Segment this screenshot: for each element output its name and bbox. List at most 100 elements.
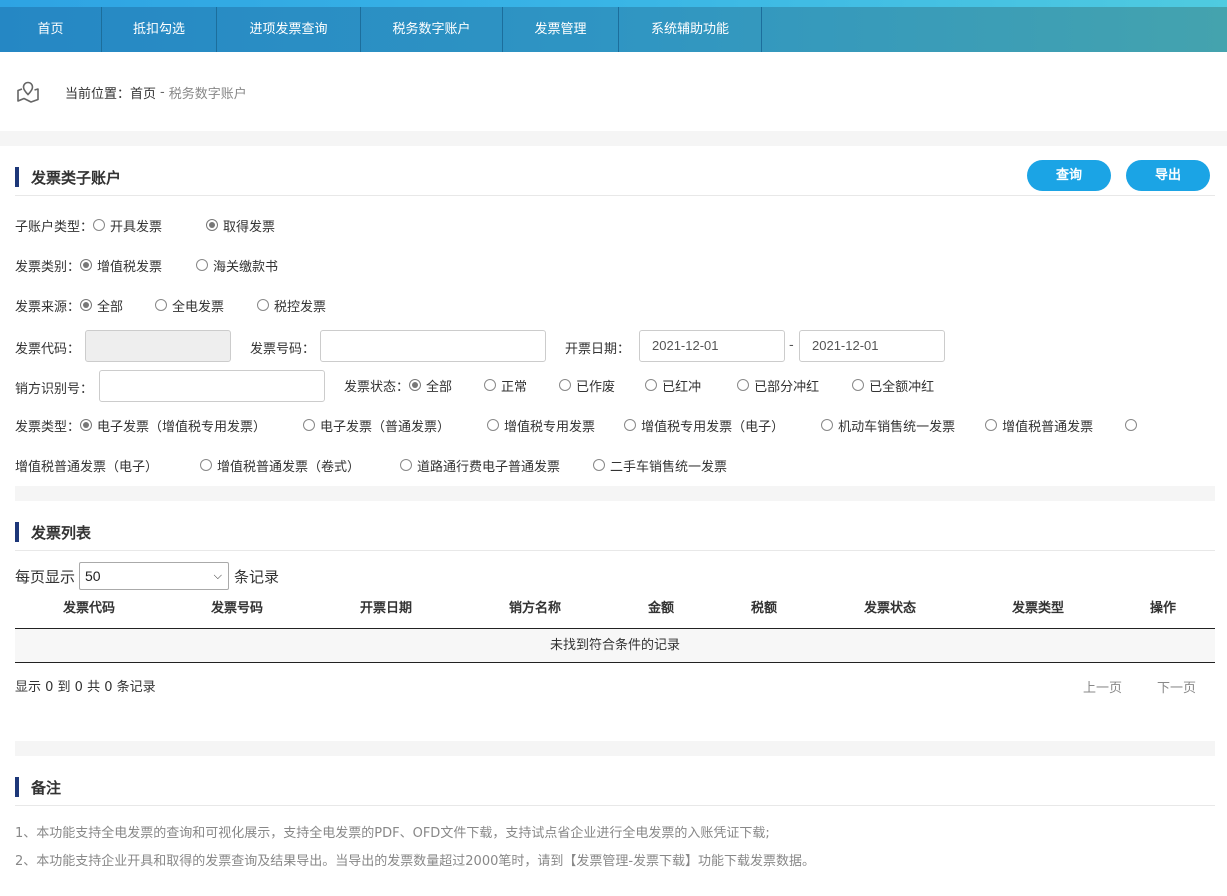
issue-date-label: 开票日期： xyxy=(565,342,631,357)
section-divider-band xyxy=(15,741,1215,756)
subaccount-type-row: 子账户类型： 开具发票 取得发票 xyxy=(15,214,275,236)
nav-item-tax-digital-account[interactable]: 税务数字账户 xyxy=(361,7,503,52)
radio-label: 增值税普通发票（卷式） xyxy=(217,459,361,475)
page-size-value: 50 xyxy=(85,568,101,584)
breadcrumb-home-link[interactable]: 首页 xyxy=(130,83,156,102)
radio-source-tax-control[interactable]: 税控发票 xyxy=(257,296,326,315)
next-page-button[interactable]: 下一页 xyxy=(1157,677,1196,696)
radio-label: 税控发票 xyxy=(274,299,327,315)
radio-status-partial-reversed[interactable]: 已部分冲红 xyxy=(737,376,819,395)
invoice-status-row: 发票状态： 全部 正常 已作废 已红冲 已部分冲红 已全额冲红 xyxy=(344,374,934,396)
radio-label: 增值税发票 xyxy=(97,259,163,275)
radio-label: 电子发票（普通发票） xyxy=(320,419,451,435)
invoice-number-input[interactable] xyxy=(320,330,546,362)
section-underline xyxy=(15,805,1215,806)
column-header-invoice-code[interactable]: 发票代码 xyxy=(15,596,163,628)
column-header-amount[interactable]: 金额 xyxy=(609,596,713,628)
radio-type-vat-general-roll[interactable]: 增值税普通发票（卷式） xyxy=(200,456,360,475)
page-size-select[interactable]: 50 ⌵ xyxy=(79,562,230,590)
radio-type-motor-vehicle[interactable]: 机动车销售统一发票 xyxy=(821,416,955,435)
nav-item-system-tools[interactable]: 系统辅助功能 xyxy=(619,7,762,52)
column-header-invoice-type[interactable]: 发票类型 xyxy=(965,596,1111,628)
radio-label: 机动车销售统一发票 xyxy=(838,419,956,435)
radio-received-invoices[interactable]: 取得发票 xyxy=(206,216,275,235)
radio-status-full-reversed[interactable]: 已全额冲红 xyxy=(852,376,934,395)
radio-circle-icon xyxy=(155,299,168,311)
invoice-category-label: 发票类别： xyxy=(15,259,81,275)
subaccount-type-label: 子账户类型： xyxy=(15,219,94,235)
column-header-tax[interactable]: 税额 xyxy=(713,596,815,628)
radio-label: 二手车销售统一发票 xyxy=(610,459,728,475)
column-header-invoice-number[interactable]: 发票号码 xyxy=(163,596,311,628)
radio-customs-payment[interactable]: 海关缴款书 xyxy=(196,256,278,275)
radio-status-voided[interactable]: 已作废 xyxy=(559,376,615,395)
column-header-invoice-status[interactable]: 发票状态 xyxy=(815,596,965,628)
invoice-type-label: 发票类型： xyxy=(15,419,81,435)
radio-source-fully-digital[interactable]: 全电发票 xyxy=(155,296,224,315)
radio-label: 全部 xyxy=(426,379,453,395)
radio-circle-icon xyxy=(593,459,606,471)
table-header: 发票代码 发票号码 开票日期 销方名称 金额 税额 发票状态 发票类型 操作 xyxy=(15,596,1215,629)
radio-circle-icon xyxy=(852,379,865,391)
radio-label: 已全额冲红 xyxy=(869,379,935,395)
page-size-control: 每页显示 50 ⌵ 条记录 xyxy=(15,562,279,590)
note-item: 2、本功能支持企业开具和取得的发票查询及结果导出。当导出的发票数量超过2000笔… xyxy=(15,854,816,869)
filter-section-header: 发票类子账户 xyxy=(15,166,121,188)
radio-circle-icon xyxy=(200,459,213,471)
radio-source-all[interactable]: 全部 xyxy=(80,296,123,315)
radio-type-vat-special-electronic[interactable]: 增值税专用发票（电子） xyxy=(624,416,784,435)
radio-type-vat-special[interactable]: 增值税专用发票 xyxy=(487,416,595,435)
nav-item-input-invoice-query[interactable]: 进项发票查询 xyxy=(217,7,361,52)
breadcrumb: 当前位置： 首页 - 税务数字账户 xyxy=(15,78,247,106)
radio-circle-icon xyxy=(487,419,500,431)
radio-type-used-car[interactable]: 二手车销售统一发票 xyxy=(593,456,727,475)
issue-date-start-input[interactable]: 2021-12-01 xyxy=(639,330,785,362)
radio-type-e-vat-special[interactable]: 电子发票（增值税专用发票） xyxy=(80,416,266,435)
radio-label: 道路通行费电子普通发票 xyxy=(417,459,561,475)
date-range-separator: - xyxy=(789,338,794,353)
seller-tax-id-label: 销方识别号： xyxy=(15,382,94,397)
radio-status-all[interactable]: 全部 xyxy=(409,376,452,395)
column-header-seller-name[interactable]: 销方名称 xyxy=(461,596,609,628)
radio-circle-icon xyxy=(93,219,106,231)
radio-label: 已作废 xyxy=(576,379,616,395)
radio-type-toll-road[interactable]: 道路通行费电子普通发票 xyxy=(400,456,560,475)
radio-type-e-general[interactable]: 电子发票（普通发票） xyxy=(303,416,450,435)
filter-section-title: 发票类子账户 xyxy=(31,168,122,187)
map-location-icon xyxy=(17,81,39,103)
radio-status-red-reversed[interactable]: 已红冲 xyxy=(645,376,701,395)
nav-item-invoice-management[interactable]: 发票管理 xyxy=(503,7,619,52)
seller-tax-id-input[interactable] xyxy=(99,370,325,402)
radio-type-vat-general-electronic[interactable] xyxy=(1125,419,1142,431)
radio-label: 开具发票 xyxy=(110,219,163,235)
invoice-source-row: 发票来源： 全部 全电发票 税控发票 xyxy=(15,294,326,316)
radio-label: 电子发票（增值税专用发票） xyxy=(97,419,267,435)
top-accent-strip xyxy=(0,0,1227,7)
table-pagination-info: 显示 0 到 0 共 0 条记录 xyxy=(15,680,156,695)
column-header-issue-date[interactable]: 开票日期 xyxy=(311,596,461,628)
radio-type-vat-general[interactable]: 增值税普通发票 xyxy=(985,416,1093,435)
radio-label: 已部分冲红 xyxy=(754,379,820,395)
export-button[interactable]: 导出 xyxy=(1126,160,1210,191)
list-section-title: 发票列表 xyxy=(31,523,92,542)
radio-circle-icon xyxy=(1125,419,1138,431)
radio-label-vat-general-electronic[interactable]: 增值税普通发票（电子） xyxy=(15,456,158,475)
query-button[interactable]: 查询 xyxy=(1027,160,1111,191)
radio-circle-icon xyxy=(985,419,998,431)
radio-circle-icon xyxy=(257,299,270,311)
radio-circle-icon xyxy=(484,379,497,391)
prev-page-button[interactable]: 上一页 xyxy=(1083,677,1122,696)
radio-circle-icon xyxy=(821,419,834,431)
per-page-prefix: 每页显示 xyxy=(15,567,76,586)
radio-label: 取得发票 xyxy=(223,219,276,235)
nav-item-deduction-check[interactable]: 抵扣勾选 xyxy=(102,7,217,52)
chevron-down-icon: ⌵ xyxy=(213,570,223,582)
nav-item-home[interactable]: 首页 xyxy=(0,7,102,52)
radio-issued-invoices[interactable]: 开具发票 xyxy=(93,216,162,235)
issue-date-end-input[interactable]: 2021-12-01 xyxy=(799,330,945,362)
radio-circle-icon xyxy=(196,259,209,271)
radio-status-normal[interactable]: 正常 xyxy=(484,376,527,395)
radio-vat-invoice[interactable]: 增值税发票 xyxy=(80,256,162,275)
invoice-code-input[interactable] xyxy=(85,330,231,362)
notes-section-header: 备注 xyxy=(15,776,61,798)
